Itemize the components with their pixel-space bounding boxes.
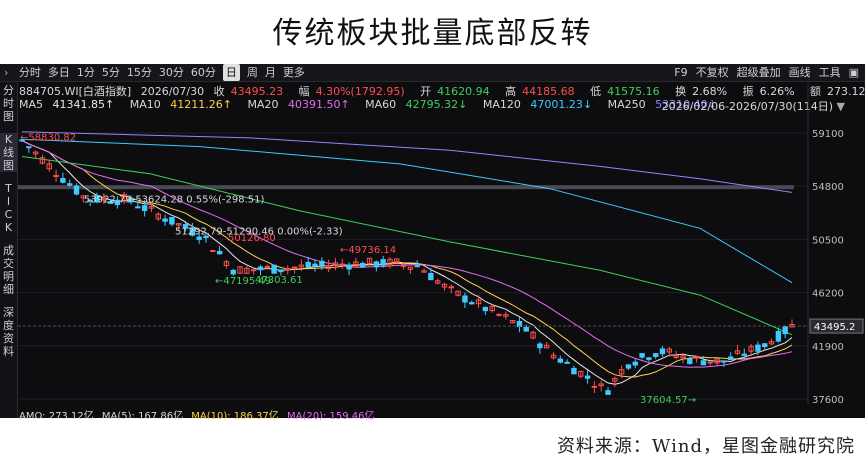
candle-body: [653, 353, 659, 357]
candle-body: [564, 361, 570, 364]
candle-body: [230, 269, 236, 275]
current-price-text: 43495.2: [814, 322, 855, 333]
candle-body: [271, 264, 277, 274]
candle-body: [571, 367, 577, 375]
price-tick-label: 59100: [812, 129, 844, 140]
candle-body: [216, 250, 223, 255]
price-tick-label: 54800: [812, 182, 844, 193]
candle-body: [741, 353, 748, 356]
candle-body: [257, 266, 264, 271]
candle-body: [557, 358, 564, 363]
page-title: 传统板块批量底部反转: [272, 16, 593, 51]
low-annotation: 37604.57→: [640, 395, 696, 406]
candle-body: [66, 183, 73, 186]
candle-body: [305, 261, 311, 268]
candle-body: [414, 265, 420, 268]
candle-body: [291, 266, 298, 269]
candle-body: [482, 306, 489, 312]
ma20-line: [21, 140, 793, 368]
candle-body: [762, 343, 768, 348]
candle-body: [537, 343, 543, 349]
candle-body: [639, 353, 645, 358]
trading-panel: › 分时 多日 1分 5分 15分 30分 60分日周月更多 F9 不复权 超级叠加 画线 工具 ▣ …: [0, 64, 865, 422]
candle-body: [380, 259, 386, 266]
candle-body: [278, 269, 284, 273]
gap-band: [18, 185, 794, 190]
candle-body: [584, 375, 591, 379]
candle-body: [60, 178, 66, 183]
candle-body: [360, 262, 366, 268]
candle-body: [700, 360, 707, 366]
candle-body: [591, 385, 598, 388]
candle-body: [250, 269, 257, 272]
candle-body: [632, 361, 638, 366]
candle-body: [373, 261, 380, 268]
candle-body: [169, 216, 175, 225]
candle-body: [659, 348, 666, 355]
candle-body: [775, 330, 782, 342]
candle-body: [721, 360, 727, 363]
source-note: 资料来源：Wind，星图金融研究院: [556, 436, 855, 457]
candle-body: [339, 263, 345, 266]
candle-body: [26, 146, 32, 149]
candle-body: [53, 175, 59, 178]
candle-body: [625, 364, 632, 369]
amo-ma20: MA(20): 159.46亿: [286, 411, 375, 422]
candle-body: [646, 357, 652, 360]
amo-ma10: MA(10): 186.37亿: [191, 411, 279, 422]
candle-body: [496, 313, 502, 316]
amo-ma5: MA(5): 167.86亿: [101, 411, 184, 422]
candle-body: [428, 273, 434, 281]
ma5-line: [21, 140, 793, 385]
price-tick-label: 37600: [812, 395, 844, 406]
price-tick-label: 41900: [812, 342, 844, 353]
mark-49736: ←49736.14: [340, 245, 396, 256]
candle-body: [523, 326, 529, 332]
candle-body: [73, 185, 80, 195]
candle-body: [285, 268, 291, 271]
ma120-line: [21, 138, 793, 284]
candle-body: [605, 390, 611, 395]
candle-body: [469, 302, 475, 305]
kline-chart[interactable]: 59100 54800 50500 46200 41900 37600 ←58830.82…: [0, 64, 865, 418]
high-annotation: ←58830.82: [20, 132, 76, 143]
mark-47303: 47303.61: [255, 275, 303, 286]
candle-body: [319, 260, 325, 266]
candle-body: [755, 344, 761, 352]
amo-legend-row: AMO: 273.12亿 MA(5): 167.86亿 MA(10): 186.…: [19, 407, 380, 422]
candle-body: [346, 264, 352, 270]
candle-body: [135, 206, 141, 209]
price-tick-label: 46200: [812, 289, 844, 300]
amo-value: AMO: 273.12亿: [19, 411, 94, 422]
price-tick-label: 50500: [812, 235, 844, 246]
candle-body: [687, 358, 693, 364]
candle-body: [162, 218, 168, 222]
candle-body: [448, 286, 454, 289]
candle-body: [727, 356, 734, 361]
candle-body: [462, 295, 468, 303]
candle-body: [707, 361, 713, 364]
candle-body: [141, 205, 148, 212]
gap-annotation-1: 53922.79-53624.28 0.55%(-298.51): [84, 195, 264, 206]
candle-body: [210, 250, 216, 253]
mark-50126: 50126.80: [228, 233, 276, 244]
candle-body: [312, 263, 318, 267]
candle-body: [782, 326, 788, 335]
